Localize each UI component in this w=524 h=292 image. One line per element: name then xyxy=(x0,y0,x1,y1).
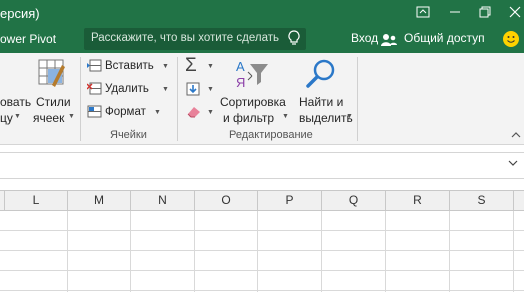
editing-group-label: Редактирование xyxy=(229,129,313,141)
formula-bar[interactable] xyxy=(0,152,524,179)
restore-button[interactable] xyxy=(470,0,500,27)
sort-filter-label-1: Сортировка xyxy=(220,95,286,109)
column-header-n[interactable]: N xyxy=(131,191,195,210)
restore-icon xyxy=(479,6,491,18)
find-select-label-2: выделить xyxy=(299,111,353,125)
tell-me-search-box[interactable]: Расскажите, что вы хотите сделать xyxy=(84,28,306,50)
share-button[interactable]: Общий доступ xyxy=(404,31,485,45)
group-separator xyxy=(80,57,81,141)
format-label: Формат xyxy=(105,106,146,118)
window-title: ерсия) xyxy=(0,6,40,21)
sort-filter-label-2: и фильтр xyxy=(223,111,275,125)
column-header-m[interactable]: M xyxy=(68,191,131,210)
svg-text:A: A xyxy=(236,59,245,74)
ribbon-display-options-button[interactable] xyxy=(408,0,438,27)
minimize-icon xyxy=(450,11,460,13)
chevron-up-icon xyxy=(511,132,521,138)
close-icon xyxy=(509,6,521,18)
column-header-o[interactable]: O xyxy=(195,191,258,210)
ribbon: овать цу ▼ Стили ячеек ▼ Вставить ▼ Удал… xyxy=(0,53,524,145)
magnifier-icon xyxy=(306,59,335,88)
column-header-p[interactable]: P xyxy=(258,191,322,210)
sign-in-link[interactable]: Вход xyxy=(351,31,378,45)
sigma-icon: Σ xyxy=(185,55,197,76)
feedback-smiley-icon[interactable] xyxy=(503,31,519,47)
worksheet-grid[interactable] xyxy=(0,211,524,292)
sort-filter-icon: A Я xyxy=(236,59,268,90)
expand-formula-bar-icon[interactable] xyxy=(508,159,518,167)
delete-cells-icon xyxy=(87,82,102,95)
share-people-icon xyxy=(381,34,397,46)
group-separator xyxy=(177,57,178,141)
svg-text:Я: Я xyxy=(236,75,245,90)
delete-label: Удалить xyxy=(105,83,149,95)
group-separator xyxy=(357,57,358,141)
close-button[interactable] xyxy=(500,0,524,27)
column-header-r[interactable]: R xyxy=(386,191,450,210)
insert-label: Вставить xyxy=(105,60,154,72)
column-headers: L M N O P Q R S xyxy=(0,190,524,211)
tab-power-pivot[interactable]: ower Pivot xyxy=(0,32,56,46)
fill-down-icon xyxy=(186,82,200,96)
column-header-q[interactable]: Q xyxy=(322,191,386,210)
column-header-s[interactable]: S xyxy=(450,191,514,210)
format-table-label-1: овать xyxy=(0,95,32,109)
cell-styles-label-2: ячеек xyxy=(33,111,65,125)
format-cells-icon xyxy=(87,105,102,118)
cell-styles-icon xyxy=(38,59,65,87)
eraser-icon xyxy=(187,107,200,118)
insert-cells-icon xyxy=(87,59,102,72)
ribbon-display-icon xyxy=(416,6,430,18)
find-select-label-1: Найти и xyxy=(299,95,344,109)
format-table-label-2: цу xyxy=(0,111,13,125)
title-bar: ерсия) xyxy=(0,0,524,27)
minimize-button[interactable] xyxy=(440,0,470,27)
tell-me-placeholder: Расскажите, что вы хотите сделать xyxy=(91,32,279,44)
tab-row: ower Pivot Расскажите, что вы хотите сде… xyxy=(0,27,524,53)
column-header-l[interactable]: L xyxy=(5,191,68,210)
lightbulb-icon xyxy=(288,30,300,45)
cells-group-label: Ячейки xyxy=(110,129,147,141)
cell-styles-label-1: Стили xyxy=(36,95,71,109)
